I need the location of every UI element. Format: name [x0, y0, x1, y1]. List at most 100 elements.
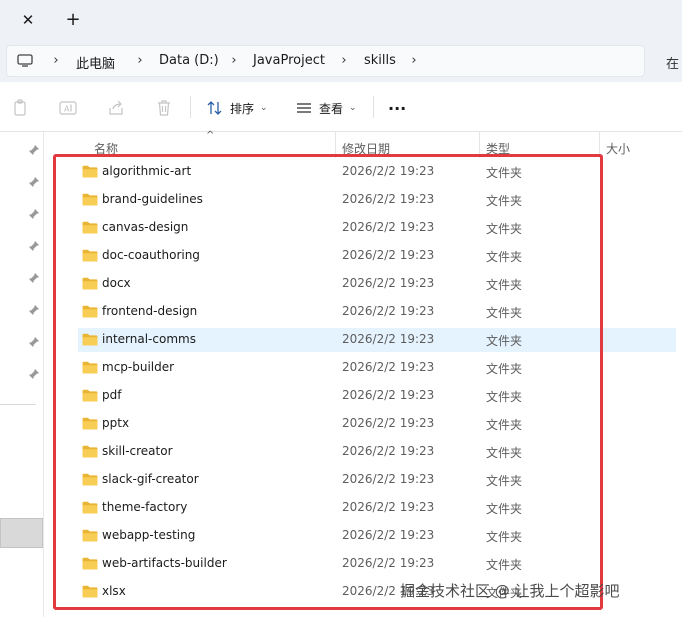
file-type: 文件夹	[486, 558, 523, 572]
file-modified-date: 2026/2/2 19:23	[342, 416, 435, 430]
address-bar[interactable]: › 此电脑 › Data (D:) › JavaProject › skills…	[6, 45, 645, 77]
folder-icon	[82, 585, 98, 598]
folder-icon	[82, 473, 98, 486]
file-type: 文件夹	[486, 446, 523, 460]
breadcrumb-separator[interactable]: ›	[339, 53, 349, 68]
file-row[interactable]: webapp-testing 2026/2/2 19:23 文件夹	[78, 524, 676, 548]
pin-icon[interactable]	[28, 144, 40, 156]
file-row[interactable]: slack-gif-creator 2026/2/2 19:23 文件夹	[78, 468, 676, 492]
folder-icon	[82, 529, 98, 542]
breadcrumb-javaproject[interactable]: JavaProject	[253, 53, 325, 68]
file-row[interactable]: brand-guidelines 2026/2/2 19:23 文件夹	[78, 188, 676, 212]
file-row[interactable]: algorithmic-art 2026/2/2 19:23 文件夹	[78, 160, 676, 184]
file-row[interactable]: canvas-design 2026/2/2 19:23 文件夹	[78, 216, 676, 240]
toolbar-separator	[373, 96, 374, 118]
folder-icon	[82, 389, 98, 402]
file-name[interactable]: canvas-design	[102, 220, 188, 234]
file-name[interactable]: theme-factory	[102, 500, 187, 514]
column-header-type[interactable]: 类型	[486, 140, 510, 157]
column-header-name[interactable]: 名称	[94, 140, 118, 157]
breadcrumb-separator[interactable]: ›	[51, 53, 61, 68]
breadcrumb-separator[interactable]: ›	[135, 53, 145, 68]
watermark: 掘金技术社区 @ 让我上个超影吧	[400, 582, 620, 600]
file-name[interactable]: doc-coauthoring	[102, 248, 200, 262]
folder-icon	[82, 165, 98, 178]
file-name[interactable]: brand-guidelines	[102, 192, 203, 206]
file-type: 文件夹	[486, 166, 523, 180]
file-name[interactable]: slack-gif-creator	[102, 472, 199, 486]
nav-selected-item[interactable]	[0, 518, 43, 548]
file-row[interactable]: pdf 2026/2/2 19:23 文件夹	[78, 384, 676, 408]
file-type: 文件夹	[486, 530, 523, 544]
file-modified-date: 2026/2/2 19:23	[342, 304, 435, 318]
navigation-pane	[0, 132, 44, 617]
view-button[interactable]: 查看 ⌄	[295, 96, 357, 120]
file-name[interactable]: webapp-testing	[102, 528, 195, 542]
file-row[interactable]: docx 2026/2/2 19:23 文件夹	[78, 272, 676, 296]
file-name[interactable]: frontend-design	[102, 304, 197, 318]
file-row[interactable]: doc-coauthoring 2026/2/2 19:23 文件夹	[78, 244, 676, 268]
sort-label: 排序	[230, 101, 255, 116]
pin-icon[interactable]	[28, 208, 40, 220]
file-modified-date: 2026/2/2 19:23	[342, 360, 435, 374]
file-name[interactable]: skill-creator	[102, 444, 173, 458]
file-type: 文件夹	[486, 502, 523, 516]
breadcrumb-skills[interactable]: skills	[364, 53, 396, 68]
file-row[interactable]: web-artifacts-builder 2026/2/2 19:23 文件夹	[78, 552, 676, 576]
breadcrumb-separator[interactable]: ›	[409, 53, 419, 68]
pin-icon[interactable]	[28, 176, 40, 188]
pin-icon[interactable]	[28, 304, 40, 316]
file-name[interactable]: pptx	[102, 416, 129, 430]
view-icon	[297, 103, 311, 113]
file-modified-date: 2026/2/2 19:23	[342, 164, 435, 178]
file-row[interactable]: mcp-builder 2026/2/2 19:23 文件夹	[78, 356, 676, 380]
sort-button[interactable]: 排序 ⌄	[206, 96, 268, 120]
column-header-date[interactable]: 修改日期	[342, 140, 390, 157]
breadcrumb-this-pc[interactable]: 此电脑	[76, 53, 115, 72]
rename-icon[interactable]: A	[59, 99, 77, 117]
nav-divider	[0, 404, 36, 405]
column-divider[interactable]	[479, 132, 480, 158]
pin-icon[interactable]	[28, 368, 40, 380]
file-name[interactable]: mcp-builder	[102, 360, 174, 374]
file-row[interactable]: internal-comms 2026/2/2 19:23 文件夹	[78, 328, 676, 352]
more-options-button[interactable]: ···	[388, 96, 406, 120]
file-row[interactable]: frontend-design 2026/2/2 19:23 文件夹	[78, 300, 676, 324]
file-name[interactable]: internal-comms	[102, 332, 196, 346]
tab-strip: ✕ +	[0, 0, 682, 40]
file-name[interactable]: algorithmic-art	[102, 164, 191, 178]
file-modified-date: 2026/2/2 19:23	[342, 556, 435, 570]
folder-icon	[82, 193, 98, 206]
delete-icon[interactable]	[155, 99, 173, 117]
pin-icon[interactable]	[28, 240, 40, 252]
file-modified-date: 2026/2/2 19:23	[342, 192, 435, 206]
column-divider[interactable]	[335, 132, 336, 158]
folder-icon	[82, 557, 98, 570]
close-tab-icon[interactable]: ✕	[20, 12, 36, 28]
file-modified-date: 2026/2/2 19:23	[342, 472, 435, 486]
file-name[interactable]: pdf	[102, 388, 121, 402]
file-name[interactable]: web-artifacts-builder	[102, 556, 227, 570]
view-label: 查看	[319, 101, 344, 116]
file-name[interactable]: docx	[102, 276, 131, 290]
file-type: 文件夹	[486, 334, 523, 348]
breadcrumb-separator[interactable]: ›	[229, 53, 239, 68]
share-icon[interactable]	[107, 99, 125, 117]
breadcrumb-data-drive[interactable]: Data (D:)	[159, 53, 219, 68]
column-header-size[interactable]: 大小	[606, 140, 630, 157]
file-modified-date: 2026/2/2 19:23	[342, 528, 435, 542]
column-divider[interactable]	[599, 132, 600, 158]
file-type: 文件夹	[486, 474, 523, 488]
file-name[interactable]: xlsx	[102, 584, 126, 598]
file-row[interactable]: pptx 2026/2/2 19:23 文件夹	[78, 412, 676, 436]
more-icon: ···	[388, 98, 407, 118]
new-tab-icon[interactable]: +	[64, 11, 82, 29]
pin-icon[interactable]	[28, 336, 40, 348]
file-row[interactable]: theme-factory 2026/2/2 19:23 文件夹	[78, 496, 676, 520]
file-type: 文件夹	[486, 418, 523, 432]
pin-icon[interactable]	[28, 272, 40, 284]
copy-icon[interactable]	[11, 99, 29, 117]
folder-icon	[82, 501, 98, 514]
search-box[interactable]: 在	[666, 53, 679, 72]
file-row[interactable]: skill-creator 2026/2/2 19:23 文件夹	[78, 440, 676, 464]
